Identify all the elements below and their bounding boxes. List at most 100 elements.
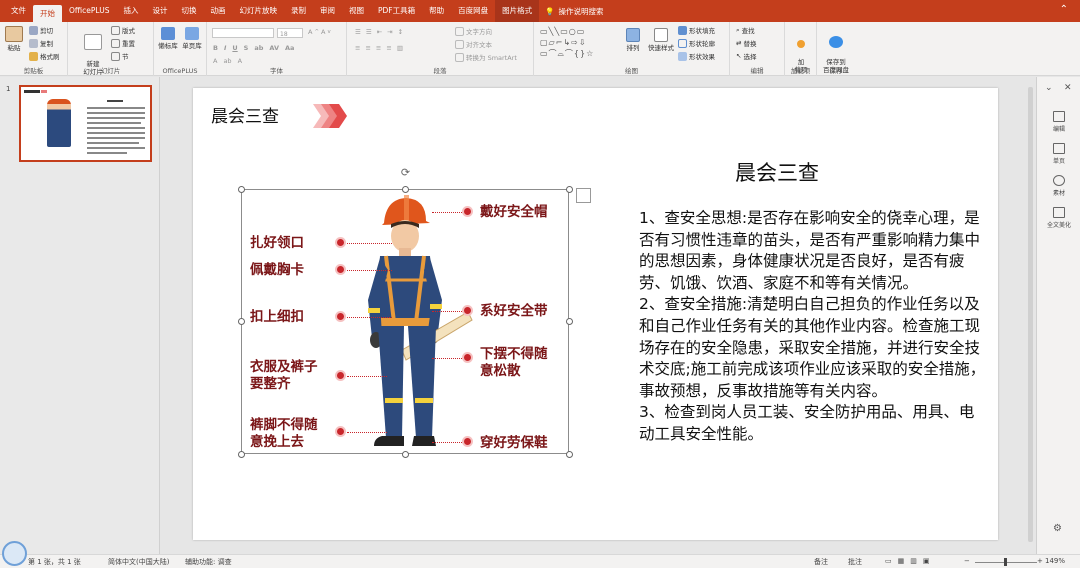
resize-handle[interactable]	[238, 186, 245, 193]
clock-icon	[1053, 175, 1065, 186]
layout-button[interactable]: 版式	[111, 25, 135, 35]
tab-13[interactable]: 百度网盘	[451, 0, 495, 22]
slide[interactable]: 晨会三查 ⟳ 戴好安全帽 扎好领口 佩戴胸卡 扣上细扣 系好安全带 衣服及裤子 …	[193, 88, 998, 540]
panel-edit-button[interactable]: 编辑	[1037, 111, 1080, 133]
quick-styles-button[interactable]: 快速样式	[646, 28, 676, 52]
body-text[interactable]: 1、查安全思想:是否存在影响安全的侥幸心理，是否有习惯性违章的苗头，是否有严重影…	[639, 208, 987, 446]
tab-4[interactable]: 设计	[145, 0, 174, 22]
text-direction-button[interactable]: 文字方向	[455, 26, 492, 36]
comments-button[interactable]: 批注	[848, 557, 862, 567]
marker-dot	[335, 426, 346, 437]
thumbnail-text-line	[87, 122, 141, 124]
vertical-scrollbar[interactable]	[1028, 87, 1033, 542]
resize-handle[interactable]	[238, 318, 245, 325]
panel-single-page-button[interactable]: 单页	[1037, 143, 1080, 165]
tab-8[interactable]: 录制	[284, 0, 313, 22]
slide-thumbnail[interactable]	[19, 85, 152, 162]
section-button[interactable]: 节	[111, 51, 129, 61]
cut-button[interactable]: 剪切	[29, 25, 53, 35]
body-title[interactable]: 晨会三查	[735, 157, 819, 187]
label-hem: 下摆不得随 意松散	[480, 346, 548, 379]
layout-options-icon[interactable]	[576, 188, 591, 203]
marker-dot	[462, 305, 473, 316]
settings-icon[interactable]: ⚙	[1053, 523, 1062, 534]
tab-14[interactable]: 图片格式	[495, 0, 540, 22]
single-page-icon	[1053, 143, 1065, 154]
panel-material-button[interactable]: 素材	[1037, 175, 1080, 197]
marker-dot	[462, 436, 473, 447]
reset-button[interactable]: 重置	[111, 38, 135, 48]
text-direction-icon	[455, 26, 464, 36]
font-name-box[interactable]	[212, 28, 274, 38]
resize-handle[interactable]	[566, 318, 573, 325]
collapse-panel-icon[interactable]: ⌄	[1045, 83, 1053, 93]
shape-outline-button[interactable]: 形状轮廓	[678, 38, 715, 48]
resize-handle[interactable]	[402, 451, 409, 458]
officeplus-label: OfficePLUS	[162, 67, 198, 75]
resize-handle[interactable]	[238, 451, 245, 458]
resize-handle[interactable]	[566, 186, 573, 193]
panel-beautify-button[interactable]: 全文美化	[1037, 207, 1080, 229]
tab-5[interactable]: 切换	[174, 0, 203, 22]
align-text-button[interactable]: 对齐文本	[455, 39, 492, 49]
zoom-level[interactable]: 149%	[1045, 557, 1065, 565]
resize-handle[interactable]	[402, 186, 409, 193]
rotate-handle-icon[interactable]: ⟳	[399, 166, 412, 179]
label-helmet: 戴好安全帽	[480, 204, 548, 220]
copy-button[interactable]: 复制	[29, 38, 53, 48]
smartart-button[interactable]: 转换为 SmartArt	[455, 52, 517, 62]
zoom-out-button[interactable]: −	[964, 557, 970, 565]
format-painter-button[interactable]: 格式刷	[29, 51, 60, 61]
assistant-avatar-icon[interactable]	[2, 541, 27, 566]
shape-effects-button[interactable]: 形状效果	[678, 51, 715, 61]
connector-line	[347, 243, 392, 244]
marker-dot	[335, 370, 346, 381]
shape-fill-button[interactable]: 形状填充	[678, 25, 715, 35]
addins-label: 加载项	[790, 67, 811, 75]
connector-line	[347, 376, 387, 377]
editing-label: 编辑	[750, 67, 764, 75]
single-page-library-button[interactable]: 单页库	[181, 27, 203, 50]
resize-handle[interactable]	[566, 451, 573, 458]
tab-0[interactable]: 文件	[4, 0, 33, 22]
tab-7[interactable]: 幻灯片放映	[232, 0, 284, 22]
select-button[interactable]: ↖ 选择	[736, 51, 756, 61]
template-library-button[interactable]: 懒标库	[157, 27, 179, 50]
font-color-button[interactable]: Aab A	[213, 57, 242, 65]
tab-10[interactable]: 视图	[342, 0, 371, 22]
tab-12[interactable]: 帮助	[422, 0, 451, 22]
section-icon	[111, 51, 120, 61]
find-button[interactable]: ⌕ 查找	[736, 25, 755, 36]
list-buttons[interactable]: ☰ ☰ ⇤ ⇥ ↕	[355, 28, 403, 36]
arrange-button[interactable]: 排列	[622, 28, 644, 52]
tab-3[interactable]: 插入	[116, 0, 145, 22]
view-buttons[interactable]: ▭▦▥▣	[885, 557, 935, 565]
connector-line	[347, 270, 392, 271]
tab-2[interactable]: OfficePLUS	[62, 0, 116, 22]
tell-me-search[interactable]: 💡 操作说明搜索	[545, 6, 603, 17]
zoom-in-button[interactable]: +	[1037, 557, 1043, 565]
font-size-grow-button[interactable]: A ^ Av	[308, 28, 331, 36]
replace-button[interactable]: ⇄ 替换	[736, 38, 756, 48]
tab-9[interactable]: 审阅	[313, 0, 342, 22]
layout-icon	[111, 25, 120, 35]
font-size-box[interactable]: 18	[277, 28, 303, 38]
collapse-ribbon-icon[interactable]: ⌃	[1060, 4, 1068, 15]
safety-worker-picture[interactable]: 戴好安全帽 扎好领口 佩戴胸卡 扣上细扣 系好安全带 衣服及裤子 要整齐 下摆不…	[241, 189, 569, 454]
tab-11[interactable]: PDF工具箱	[371, 0, 422, 22]
zoom-slider-thumb[interactable]	[1004, 558, 1007, 566]
align-buttons[interactable]: ≡ ≡ ≡ ≡ ▥	[355, 44, 403, 52]
tab-1[interactable]: 开始	[33, 5, 62, 22]
baidu-cloud-icon	[829, 36, 843, 48]
slide-title[interactable]: 晨会三查	[211, 102, 279, 127]
thumbnail-body-title	[107, 100, 123, 102]
notes-button[interactable]: 备注	[814, 557, 828, 567]
language-status[interactable]: 简体中文(中国大陆)	[108, 557, 169, 567]
tab-6[interactable]: 动画	[203, 0, 232, 22]
shapes-gallery[interactable]: ▭╲╲▭○▭ ▢▱⌐↳⇨⇩ ▭⌒⌓⌒{}☆	[540, 26, 614, 60]
close-panel-icon[interactable]: ✕	[1064, 83, 1072, 93]
font-style-buttons[interactable]: B I U Sab AV Aa	[213, 44, 294, 52]
thumbnail-text-line	[87, 152, 127, 154]
accessibility-status[interactable]: 辅助功能: 调查	[185, 557, 232, 567]
paste-button[interactable]: 粘贴	[4, 26, 24, 52]
